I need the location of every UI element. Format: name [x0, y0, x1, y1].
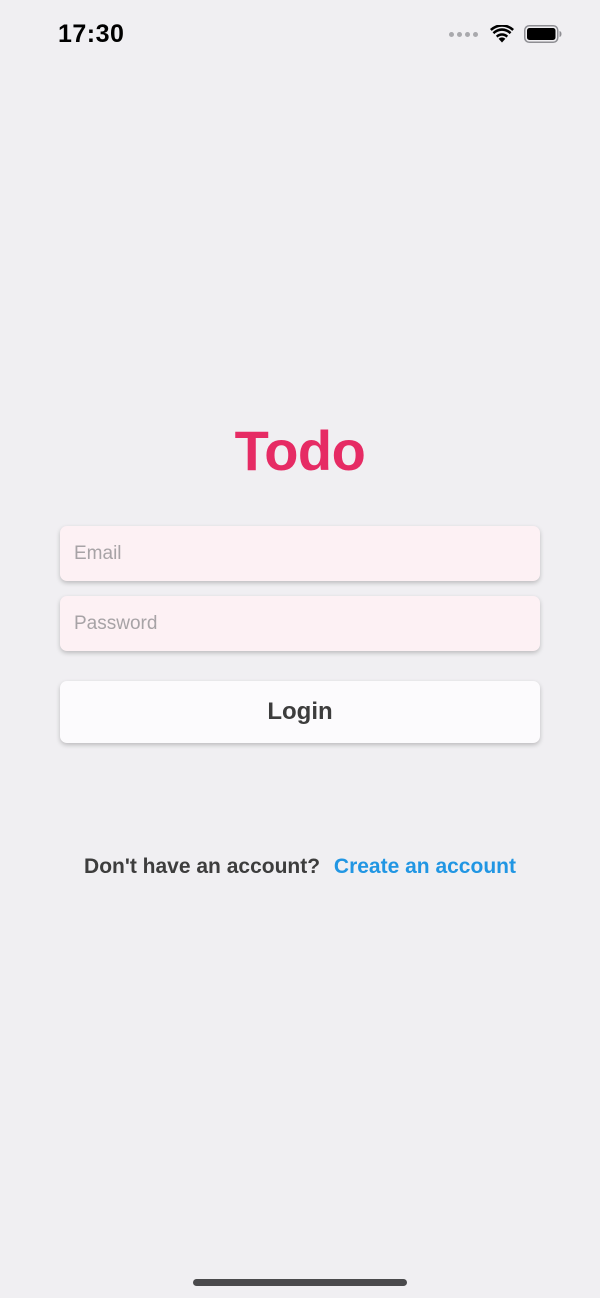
- signup-prompt: Don't have an account?: [84, 855, 321, 878]
- home-indicator[interactable]: [193, 1279, 407, 1286]
- password-input[interactable]: [60, 596, 540, 651]
- status-time: 17:30: [58, 20, 125, 48]
- wifi-icon: [490, 25, 514, 43]
- battery-icon: [524, 25, 562, 43]
- create-account-link[interactable]: Create an account: [334, 855, 516, 878]
- signup-row: Don't have an account? Create an account: [0, 855, 600, 879]
- login-screen: 17:30 Todo Login Don't have an account? …: [0, 0, 600, 1298]
- login-button[interactable]: Login: [60, 681, 540, 743]
- signal-dots-icon: [449, 31, 478, 37]
- status-bar: 17:30: [0, 0, 600, 70]
- status-icons: [449, 22, 562, 46]
- app-title: Todo: [234, 419, 366, 482]
- email-input[interactable]: [60, 526, 540, 581]
